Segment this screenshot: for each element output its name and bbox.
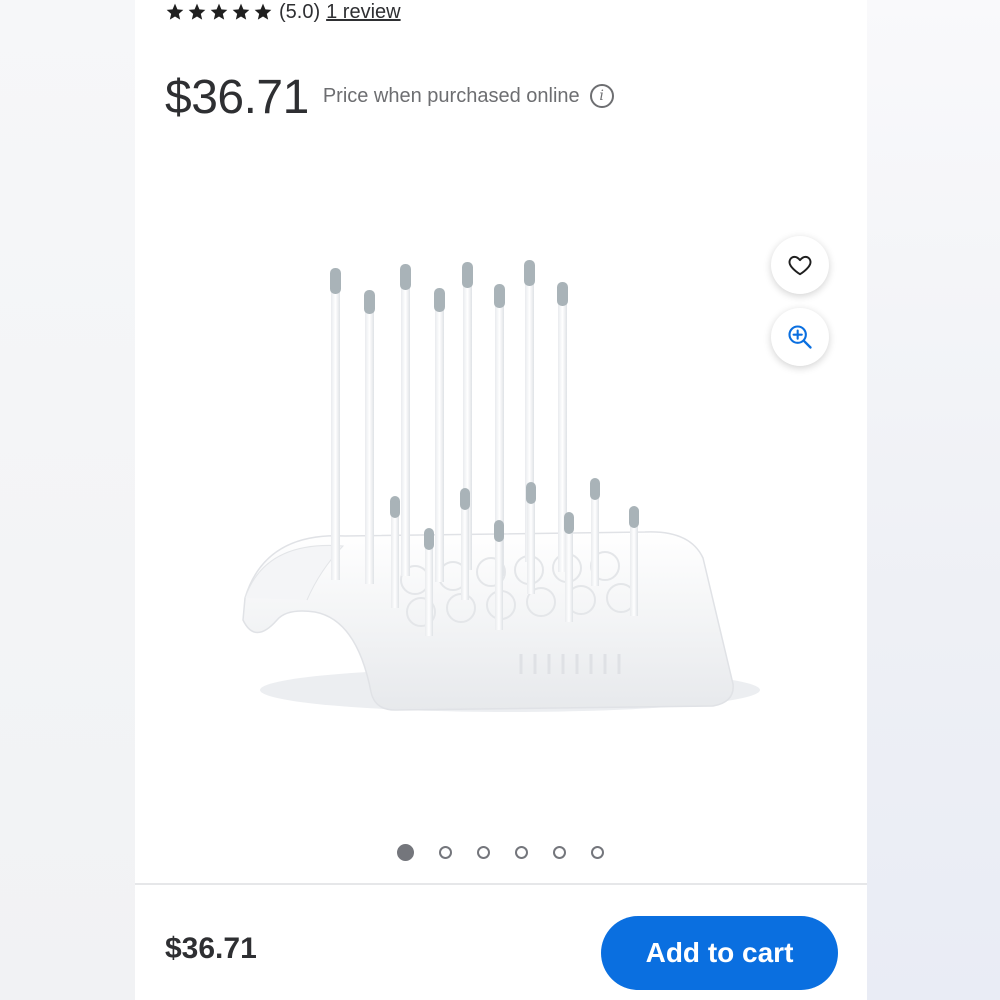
zoom-button[interactable] xyxy=(771,308,829,366)
left-background xyxy=(0,0,135,1000)
rating-value: (5.0) xyxy=(279,0,321,23)
price-row: $36.71 Price when purchased online i xyxy=(165,74,614,122)
carousel-dot-5[interactable] xyxy=(552,846,566,859)
review-count-link[interactable]: 1 review xyxy=(326,1,400,24)
star-icon xyxy=(254,3,272,20)
price-note-text: Price when purchased online xyxy=(322,84,580,107)
carousel-dot-6[interactable] xyxy=(590,846,604,859)
carousel-dot-4[interactable] xyxy=(514,846,528,859)
price-note: Price when purchased online i xyxy=(323,84,614,122)
star-rating xyxy=(165,2,273,22)
carousel-dots xyxy=(135,844,867,866)
star-icon xyxy=(188,3,206,20)
carousel-dot-1[interactable] xyxy=(396,844,414,861)
star-icon xyxy=(166,3,184,20)
info-icon[interactable]: i xyxy=(589,84,614,108)
sticky-price: $36.71 xyxy=(165,932,257,965)
right-background xyxy=(867,0,1000,1000)
rating-row: (5.0) 1 review xyxy=(165,0,401,28)
add-to-cart-button[interactable]: Add to cart xyxy=(601,916,838,990)
carousel-dot-2[interactable] xyxy=(438,846,452,859)
product-page: (5.0) 1 review $36.71 Price when purchas… xyxy=(135,0,867,1000)
product-price: $36.71 xyxy=(165,71,309,124)
zoom-in-icon xyxy=(788,325,812,349)
star-icon xyxy=(210,3,228,20)
carousel-dot-3[interactable] xyxy=(476,846,490,859)
favorite-button[interactable] xyxy=(771,236,829,294)
divider xyxy=(135,883,867,885)
star-icon xyxy=(232,3,250,20)
heart-icon xyxy=(788,255,812,276)
product-image xyxy=(242,260,760,712)
